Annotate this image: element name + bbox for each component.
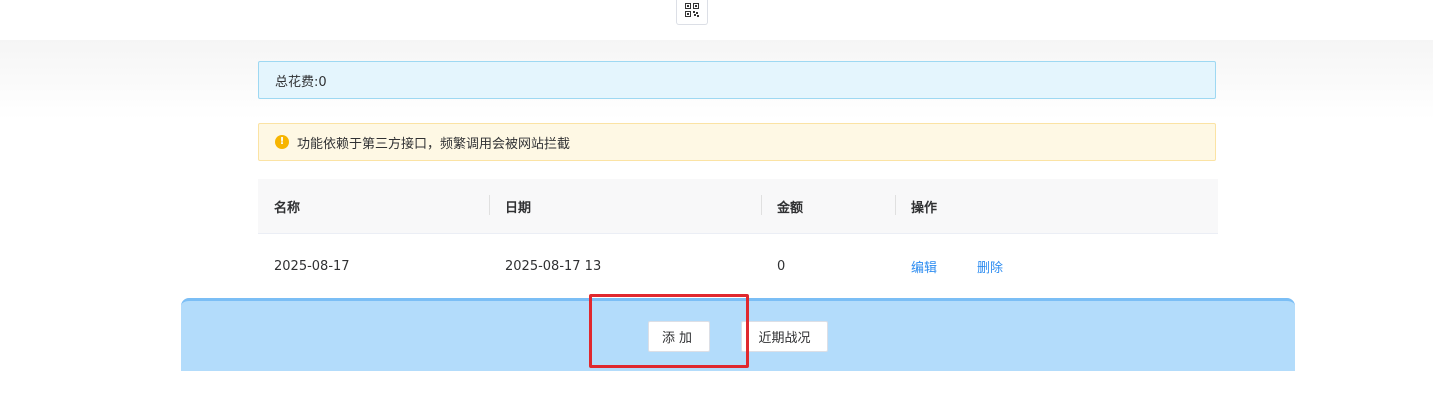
recent-battles-button[interactable]: 近期战况 (741, 321, 828, 352)
qr-code-icon (685, 3, 699, 21)
total-cost-text: 总花费:0 (275, 74, 327, 90)
cell-amount: 0 (777, 258, 786, 274)
cell-actions: 编辑 删除 (895, 257, 1218, 276)
top-bar (0, 0, 1433, 40)
qr-code-button[interactable] (676, 0, 708, 25)
cell-name: 2025-08-17 (274, 258, 350, 274)
highlight-box (589, 294, 749, 368)
column-header-actions: 操作 (895, 194, 1218, 216)
delete-link[interactable]: 删除 (977, 261, 1003, 276)
column-header-date: 日期 (489, 194, 761, 216)
records-table: 名称 日期 金额 操作 2025-08-17 2025-08-17 13 0 编… (258, 179, 1218, 298)
warning-icon: ! (275, 135, 289, 149)
cell-date: 2025-08-17 13 (505, 258, 602, 274)
warning-text: 功能依赖于第三方接口，频繁调用会被网站拦截 (297, 136, 571, 152)
edit-link[interactable]: 编辑 (911, 261, 937, 276)
column-header-name: 名称 (274, 200, 301, 216)
column-header-amount: 金额 (761, 194, 895, 216)
table-header: 名称 日期 金额 操作 (258, 179, 1218, 234)
total-cost-alert: 总花费:0 (258, 61, 1216, 99)
table-row: 2025-08-17 2025-08-17 13 0 编辑 删除 (258, 234, 1218, 298)
warning-alert: ! 功能依赖于第三方接口，频繁调用会被网站拦截 (258, 123, 1216, 161)
